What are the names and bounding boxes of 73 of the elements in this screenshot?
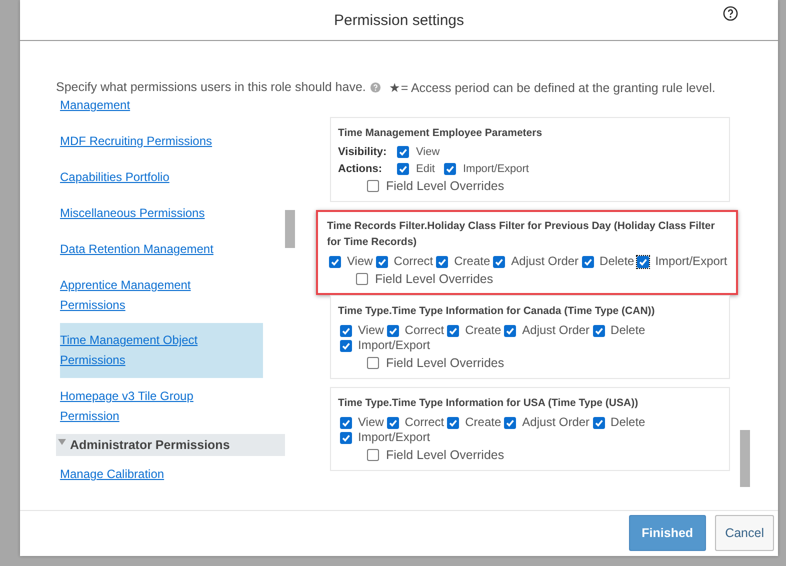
card-title: Time Type.Time Type Information for Canada (Time Type (CAN)) [338, 304, 656, 319]
option-label: Field Level Overrides [375, 272, 494, 286]
option-label: Correct [404, 323, 444, 337]
group-label: Visibility: [338, 146, 388, 158]
option-label: Field Level Overrides [386, 179, 504, 193]
access-period-note: ★= Access period can be defined at the granting rule level. [388, 80, 716, 94]
checkbox[interactable] [367, 180, 379, 192]
group-label: Actions: [338, 163, 383, 175]
option-label: Delete [610, 415, 646, 429]
scrollbar-thumb[interactable] [740, 430, 750, 487]
checkbox[interactable] [376, 256, 388, 268]
checkbox[interactable] [397, 163, 409, 175]
option-label: Delete [600, 254, 634, 268]
intro-text: Specify what permissions users in this role should have. [56, 80, 366, 94]
option-label: Edit [416, 163, 435, 175]
permission-link[interactable]: Homepage v3 Tile Group Permission [60, 386, 220, 426]
dialog-title: Permission settings [334, 12, 464, 28]
checkbox[interactable] [444, 163, 456, 175]
option-label: Field Level Overrides [386, 356, 504, 370]
checkbox[interactable] [340, 432, 352, 444]
checkbox[interactable] [340, 324, 352, 337]
option-label: View [358, 415, 384, 429]
permission-link[interactable]: Capabilities Portfolio [60, 167, 170, 187]
checkbox[interactable] [592, 324, 605, 337]
checkbox[interactable] [447, 416, 460, 429]
option-label: Correct [394, 254, 434, 268]
permission-link[interactable]: Management [60, 95, 130, 115]
option-label: View [416, 146, 440, 158]
card-title: Time Records Filter.Holiday Class Filter for Previous Day (Holiday Class Filter for Time Records) [327, 219, 716, 250]
scrollbar-thumb[interactable] [285, 210, 295, 248]
option-label: Delete [610, 323, 646, 337]
checkbox[interactable] [447, 324, 460, 337]
card-title: Time Type.Time Type Information for USA (Time Type (USA)) [338, 396, 640, 411]
option-label: Create [454, 254, 490, 268]
finished-button[interactable]: Finished [628, 515, 706, 551]
option-label: Import/Export [358, 430, 430, 444]
permission-link[interactable]: MDF Recruiting Permissions [60, 131, 212, 151]
permission-link[interactable]: Manage Calibration [60, 464, 164, 484]
help-icon[interactable] [723, 6, 738, 21]
option-label: Adjust Order [522, 415, 590, 429]
option-label: Create [465, 323, 502, 337]
checkbox[interactable] [329, 256, 341, 268]
option-label: View [347, 254, 373, 268]
checkbox[interactable] [397, 146, 409, 158]
permission-link[interactable]: Miscellaneous Permissions [60, 203, 205, 223]
option-label: Adjust Order [522, 323, 590, 337]
permission-link[interactable]: Apprentice Management Permissions [60, 275, 220, 315]
card-title: Time Management Employee Parameters [338, 126, 544, 141]
option-label: Import/Export [462, 163, 529, 175]
checkbox[interactable] [367, 357, 379, 369]
checkbox[interactable] [436, 256, 448, 268]
cancel-button[interactable]: Cancel [715, 515, 774, 551]
checkbox[interactable] [386, 416, 399, 429]
permission-link[interactable]: Data Retention Management [60, 239, 214, 259]
checkbox[interactable] [493, 256, 506, 268]
option-label: Adjust Order [511, 254, 579, 268]
option-label: Correct [404, 415, 444, 429]
option-label: Field Level Overrides [386, 448, 504, 462]
checkbox[interactable] [504, 324, 516, 337]
checkbox[interactable] [340, 340, 352, 352]
checkbox[interactable] [592, 416, 605, 429]
option-label: Import/Export [358, 338, 430, 352]
checkbox[interactable] [386, 324, 399, 337]
checkbox[interactable] [367, 449, 379, 461]
checkbox[interactable] [340, 416, 352, 429]
option-label: Import/Export [655, 254, 728, 268]
checkbox[interactable] [504, 416, 516, 429]
option-label: Create [465, 415, 502, 429]
permission-link[interactable]: Time Management Object Permissions [60, 330, 220, 370]
checkbox[interactable] [356, 273, 368, 285]
section-header[interactable]: Administrator Permissions [56, 434, 285, 456]
option-label: View [358, 323, 384, 337]
checkbox[interactable] [582, 256, 594, 268]
